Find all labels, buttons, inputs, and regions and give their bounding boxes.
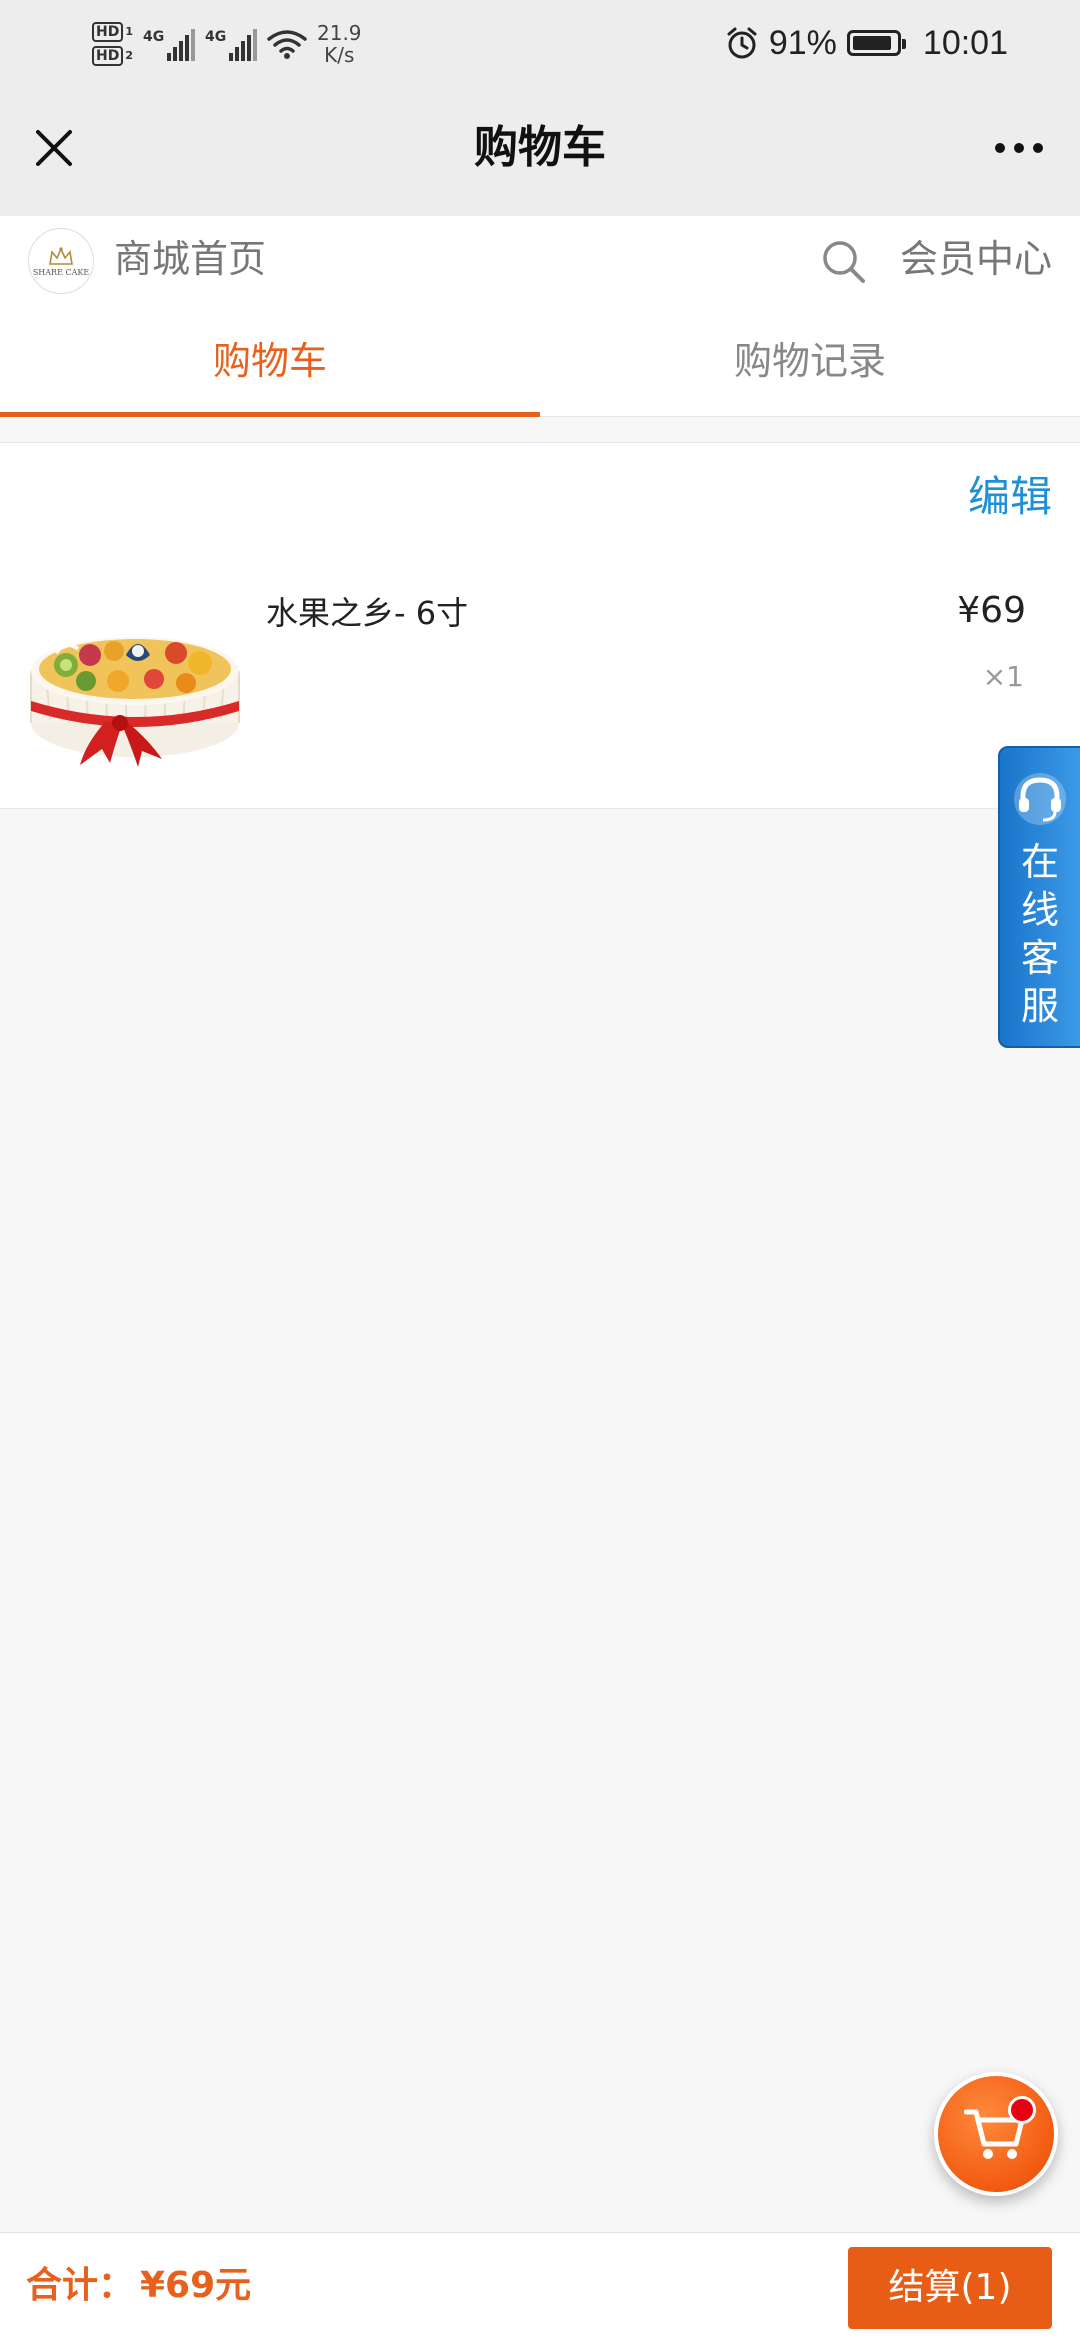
cart-badge — [1008, 2096, 1036, 2124]
network2-label: 4G — [205, 29, 227, 45]
network1-label: 4G — [143, 29, 165, 45]
search-button[interactable] — [820, 238, 868, 286]
hd1-sub: 1 — [125, 25, 133, 38]
battery-icon — [846, 30, 906, 56]
product-price: ¥69 — [957, 590, 1026, 631]
signal-bar — [185, 35, 189, 61]
fruit-cake-image[interactable] — [26, 593, 244, 773]
more-button[interactable] — [984, 118, 1054, 178]
checkout-button[interactable]: 结算(1) — [848, 2247, 1052, 2329]
more-icon — [1014, 143, 1024, 153]
signal-bar — [253, 29, 257, 61]
signal-bar — [235, 47, 239, 61]
title-bar: 购物车 — [0, 88, 1080, 216]
hd2-sub: 2 — [125, 49, 133, 62]
total-value: ¥69元 — [140, 2265, 252, 2306]
crown-icon — [49, 246, 73, 265]
online-service-button[interactable]: 在线客服 — [998, 746, 1080, 1048]
shop-header: SHARE CAKE 商城首页 会员中心 — [0, 216, 1080, 306]
tab-bar: 购物车 购物记录 — [0, 306, 1080, 417]
search-icon — [823, 241, 865, 283]
alarm-icon — [727, 27, 757, 59]
more-icon — [1033, 143, 1043, 153]
signal-bar — [241, 41, 245, 61]
product-quantity: ×1 — [982, 660, 1024, 693]
status-time: 10:01 — [922, 23, 1008, 62]
floating-cart-button[interactable] — [934, 2072, 1058, 2196]
total-label: 合计： — [26, 2265, 135, 2306]
page-title: 购物车 — [474, 122, 606, 173]
speed-value: 21.9 — [317, 21, 362, 45]
speed-unit: K/s — [324, 43, 355, 67]
signal-bar — [173, 47, 177, 61]
signal-icon: 4G — [205, 27, 257, 61]
status-left: HD 1 HD 2 4G 4G 21.9 K/s — [92, 14, 362, 74]
cart-card: 编辑 水果之乡- 6寸 ¥69 ×1 — [0, 442, 1080, 809]
signal-bar — [167, 53, 171, 61]
shop-logo[interactable]: SHARE CAKE — [28, 228, 94, 294]
edit-button[interactable]: 编辑 — [968, 467, 1052, 527]
hd1-indicator: HD 1 — [92, 22, 133, 42]
signal-bar — [247, 35, 251, 61]
wifi-icon — [267, 30, 307, 59]
status-right: 91% 10:01 — [725, 18, 1008, 68]
headset-icon — [1014, 773, 1066, 825]
hd2-label: HD — [92, 46, 124, 66]
hd1-label: HD — [92, 22, 124, 42]
hd2-indicator: HD 2 — [92, 46, 133, 66]
tab-history[interactable]: 购物记录 — [540, 306, 1080, 416]
bottom-bar: 合计： ¥69元 结算(1) — [0, 2232, 1080, 2341]
logo-text: SHARE CAKE — [32, 267, 90, 277]
status-bar: HD 1 HD 2 4G 4G 21.9 K/s 91% 10:01 — [0, 0, 1080, 88]
battery-percent: 91% — [768, 23, 837, 62]
member-center-link[interactable]: 会员中心 — [900, 234, 1052, 284]
more-icon — [995, 143, 1005, 153]
signal-bar — [179, 41, 183, 61]
home-link[interactable]: 商城首页 — [114, 234, 266, 284]
network-speed: 21.9 K/s — [317, 22, 362, 66]
online-service-label: 在线客服 — [1020, 840, 1059, 1028]
battery-fill — [852, 36, 892, 50]
hd-indicators: HD 1 HD 2 — [92, 22, 133, 66]
tab-cart[interactable]: 购物车 — [0, 306, 540, 417]
signal-bar — [191, 29, 195, 61]
signal-icon: 4G — [143, 27, 195, 61]
product-name[interactable]: 水果之乡- 6寸 — [266, 591, 468, 635]
signal-bar — [229, 53, 233, 61]
